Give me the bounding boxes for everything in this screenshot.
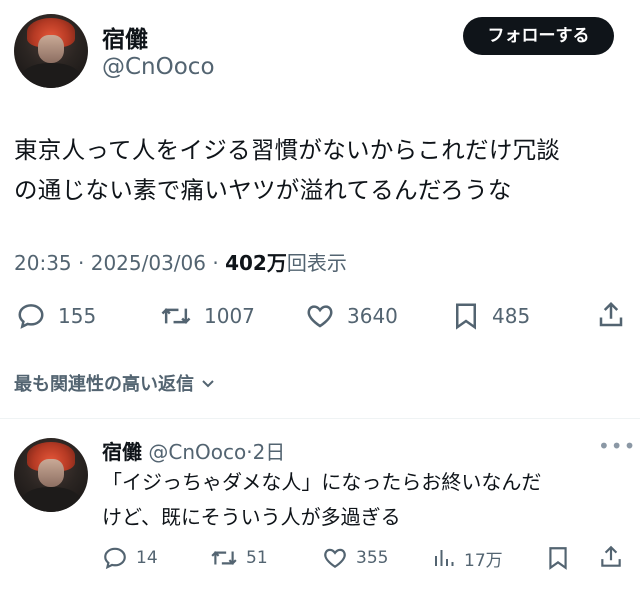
- reply-author-name[interactable]: 宿儺: [102, 440, 142, 464]
- reply-icon: [104, 547, 126, 570]
- reply-time[interactable]: 2日: [253, 440, 286, 464]
- tweet-text-line: 東京人って人をイジる習慣がないからこれだけ冗談: [14, 136, 561, 164]
- retweet-icon: [211, 551, 237, 565]
- bookmark-icon: [456, 303, 476, 330]
- retweet-icon: [161, 308, 191, 324]
- like-button[interactable]: 3640: [305, 301, 398, 331]
- reply-sort-label: 最も関連性の高い返信: [14, 374, 194, 395]
- bookmark-icon: [549, 547, 567, 570]
- reply-reply-button[interactable]: 14: [102, 545, 158, 571]
- share-button[interactable]: [596, 300, 626, 330]
- share-icon: [601, 545, 621, 567]
- author-name[interactable]: 宿儺: [102, 20, 148, 54]
- like-icon: [324, 548, 346, 568]
- tweet-text: 東京人って人をイジる習慣がないからこれだけ冗談 の通じない素で痛いヤツが溢れてる…: [14, 130, 630, 210]
- views-count: 402万: [225, 251, 287, 275]
- meta-separator: ·: [206, 251, 226, 275]
- author-handle[interactable]: @CnOoco: [102, 54, 215, 80]
- reply-views-count: 17万: [464, 550, 503, 571]
- reply-sort-dropdown[interactable]: 最も関連性の高い返信: [14, 370, 216, 396]
- meta-separator: ·: [71, 251, 91, 275]
- retweet-button[interactable]: 1007: [160, 301, 255, 331]
- reply-retweet-count: 51: [246, 548, 268, 568]
- tweet-time[interactable]: 20:35: [14, 251, 72, 275]
- bookmark-button[interactable]: 485: [452, 301, 530, 331]
- reply-retweet-button[interactable]: 51: [210, 545, 268, 571]
- more-options-icon[interactable]: •••: [598, 434, 636, 458]
- reply-icon: [18, 304, 44, 329]
- author-avatar[interactable]: [14, 14, 88, 88]
- chevron-down-icon: [202, 380, 214, 388]
- tweet-meta: 20:35 · 2025/03/06 · 402万回表示: [14, 247, 347, 276]
- retweet-count: 1007: [204, 304, 255, 328]
- reply-author-handle[interactable]: @CnOoco: [148, 440, 246, 464]
- reply-text-line: 「イジっちゃダメな人」になったらお終いなんだ: [102, 470, 542, 494]
- reply-bookmark-button[interactable]: [546, 545, 570, 571]
- tweet-text-line: の通じない素で痛いヤツが溢れてるんだろうな: [14, 176, 512, 204]
- like-icon: [307, 305, 333, 328]
- reply-like-count: 355: [356, 548, 389, 568]
- reply-count: 155: [58, 304, 97, 328]
- reply-views-button[interactable]: 17万: [432, 545, 503, 571]
- views-label: 回表示: [286, 251, 347, 275]
- divider: [0, 418, 640, 419]
- reply-like-button[interactable]: 355: [322, 545, 388, 571]
- tweet-date[interactable]: 2025/03/06: [91, 251, 206, 275]
- follow-button[interactable]: フォローする: [463, 17, 614, 55]
- reply-text-line: けど、既にそういう人が多過ぎる: [102, 505, 401, 529]
- bookmark-count: 485: [492, 304, 531, 328]
- reply-reply-count: 14: [136, 548, 158, 568]
- reply-avatar[interactable]: [14, 438, 88, 512]
- reply-header: 宿儺 @CnOoco·2日: [102, 436, 285, 465]
- share-icon: [599, 301, 623, 327]
- like-count: 3640: [347, 304, 398, 328]
- views-icon: [435, 550, 454, 566]
- reply-share-button[interactable]: [598, 544, 624, 570]
- reply-text: 「イジっちゃダメな人」になったらお終いなんだ けど、既にそういう人が多過ぎる: [102, 465, 632, 535]
- reply-button[interactable]: 155: [16, 301, 96, 331]
